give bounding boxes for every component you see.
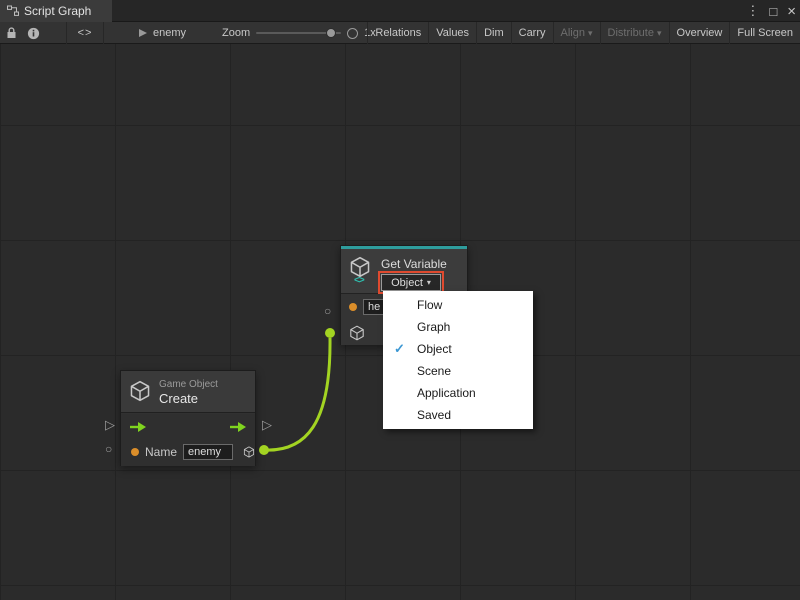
button-label: Distribute [608, 27, 654, 39]
menu-item-object[interactable]: ✓ Object [383, 338, 533, 360]
wire-end-port[interactable] [325, 328, 335, 338]
node-title: Create [159, 391, 198, 406]
menu-item-label: Application [417, 386, 476, 400]
create-node-body: Name [121, 414, 255, 466]
wire-start-port[interactable] [259, 445, 269, 455]
cube-icon [129, 380, 151, 402]
string-port-dot-icon[interactable] [349, 303, 357, 311]
breadcrumb-label: enemy [153, 27, 186, 39]
unity-script-graph-window: <> Get Variable Object ▾ ○ Game Object C… [0, 0, 800, 600]
name-row: Name [121, 439, 255, 465]
info-button[interactable] [22, 22, 44, 44]
menu-item-scene[interactable]: Scene [383, 360, 533, 382]
code-preview-button[interactable]: <> [66, 22, 104, 44]
carry-button[interactable]: Carry [511, 22, 553, 44]
chevron-down-icon: ▾ [427, 278, 431, 287]
close-icon[interactable]: × [787, 3, 796, 20]
overview-button[interactable]: Overview [669, 22, 730, 44]
menu-item-label: Saved [417, 408, 451, 422]
relations-button[interactable]: Relations [367, 22, 428, 44]
lock-icon [6, 27, 17, 39]
menu-item-label: Graph [417, 320, 450, 334]
menu-item-label: Scene [417, 364, 451, 378]
zoom-slider[interactable] [256, 32, 341, 34]
string-port-dot-icon[interactable] [131, 448, 139, 456]
game-object-create-node[interactable]: Game Object Create Name [120, 370, 256, 466]
window-controls: ⋮ □ × [746, 0, 796, 22]
toolbar-right-group: Relations Values Dim Carry Align ▾ Distr… [367, 22, 800, 44]
menu-item-flow[interactable]: Flow [383, 294, 533, 316]
window-menu-icon[interactable]: ⋮ [746, 3, 759, 19]
zoom-slider-knob[interactable] [326, 28, 336, 38]
button-label: Values [436, 27, 469, 39]
graph-toolbar: <> enemy Zoom 1x Relations Values Dim [0, 22, 800, 44]
menu-item-application[interactable]: Application [383, 382, 533, 404]
check-icon: ✓ [394, 338, 405, 360]
tab-script-graph[interactable]: Script Graph [0, 0, 112, 22]
button-label: Carry [519, 27, 546, 39]
node-category: Game Object [159, 379, 218, 390]
create-node-header[interactable]: Game Object Create [121, 371, 255, 413]
variable-scope-menu: Flow Graph ✓ Object Scene Application Sa… [383, 291, 533, 429]
menu-item-saved[interactable]: Saved [383, 404, 533, 426]
full-screen-button[interactable]: Full Screen [729, 22, 800, 44]
create-name-port[interactable]: ○ [105, 443, 112, 455]
zoom-controls: Zoom 1x [222, 22, 376, 44]
code-glyph-icon: <> [354, 275, 364, 286]
name-label: Name [145, 445, 177, 459]
distribute-button[interactable]: Distribute ▾ [600, 22, 669, 44]
info-icon [27, 27, 40, 40]
scope-value: Object [391, 277, 423, 289]
button-label: Full Screen [737, 27, 793, 39]
graph-breadcrumb-icon [138, 28, 148, 38]
gameobject-port-cube-icon [349, 325, 365, 341]
lock-button[interactable] [0, 22, 22, 44]
node-title: Get Variable [381, 257, 447, 271]
chevron-down-icon: ▾ [588, 28, 593, 39]
menu-item-graph[interactable]: Graph [383, 316, 533, 338]
zoom-reset-icon[interactable] [347, 28, 358, 39]
graph-breadcrumb[interactable]: enemy [138, 22, 186, 44]
flow-in-arrow-icon[interactable] [129, 422, 147, 432]
create-flow-in-port[interactable]: ▷ [105, 419, 115, 431]
name-input[interactable] [183, 444, 233, 460]
button-label: Align [561, 27, 585, 39]
tab-label: Script Graph [24, 4, 91, 18]
zoom-label: Zoom [222, 27, 250, 39]
script-graph-icon [7, 5, 19, 17]
title-bar: Script Graph ⋮ □ × [0, 0, 800, 22]
button-label: Overview [677, 27, 723, 39]
gameobject-output-cube-icon [243, 444, 255, 460]
values-button[interactable]: Values [428, 22, 476, 44]
menu-item-label: Object [417, 342, 452, 356]
create-flow-out-port[interactable]: ▷ [262, 419, 272, 431]
get-variable-name-port[interactable]: ○ [324, 305, 331, 317]
maximize-icon[interactable]: □ [769, 4, 777, 19]
get-variable-header[interactable]: <> Get Variable Object ▾ [341, 249, 467, 294]
flow-out-arrow-icon[interactable] [229, 422, 247, 432]
align-button[interactable]: Align ▾ [553, 22, 600, 44]
button-label: Dim [484, 27, 504, 39]
toolbar-left-group: <> [0, 22, 104, 44]
button-label: Relations [375, 27, 421, 39]
dim-button[interactable]: Dim [476, 22, 511, 44]
chevron-down-icon: ▾ [657, 28, 662, 39]
menu-item-label: Flow [417, 298, 442, 312]
variable-scope-dropdown[interactable]: Object ▾ [381, 274, 441, 291]
flow-row [121, 414, 255, 439]
